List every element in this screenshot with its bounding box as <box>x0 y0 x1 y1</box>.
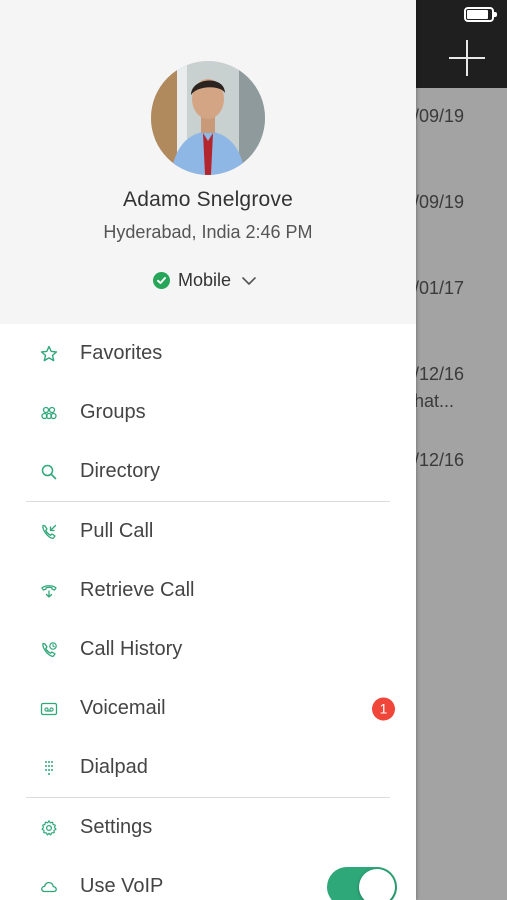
menu-item-call-history[interactable]: Call History <box>0 620 416 679</box>
chevron-down-icon <box>241 276 257 286</box>
profile-header: Adamo Snelgrove Hyderabad, India 2:46 PM… <box>0 0 416 324</box>
status-label: Mobile <box>178 270 232 290</box>
retrieve-call-icon <box>40 582 58 600</box>
menu-item-dialpad[interactable]: Dialpad <box>0 738 416 797</box>
background-date: /09/19 <box>414 192 465 212</box>
add-icon[interactable] <box>449 40 485 76</box>
menu-label: Favorites <box>80 342 163 364</box>
menu-item-pull-call[interactable]: Pull Call <box>0 502 416 561</box>
menu-label: Directory <box>80 460 161 482</box>
groups-icon <box>40 404 58 422</box>
menu-item-groups[interactable]: Groups <box>0 383 416 442</box>
voicemail-icon <box>40 700 58 718</box>
menu-label: Dialpad <box>80 756 148 778</box>
menu-label: Settings <box>80 816 153 838</box>
star-icon <box>40 345 58 363</box>
menu-item-voicemail[interactable]: Voicemail 1 <box>0 679 416 738</box>
presence-status-selector[interactable]: Mobile <box>153 270 257 291</box>
menu-item-settings[interactable]: Settings <box>0 798 416 857</box>
gear-icon <box>40 819 58 837</box>
voip-toggle-switch[interactable] <box>327 866 397 900</box>
call-history-icon <box>40 641 58 659</box>
available-check-icon <box>153 272 170 289</box>
menu-label: Use VoIP <box>80 875 164 897</box>
profile-name: Adamo Snelgrove <box>123 188 293 211</box>
avatar[interactable] <box>151 61 265 175</box>
toggle-knob <box>359 868 395 900</box>
menu-label: Voicemail <box>80 697 166 719</box>
background-preview: hat... <box>414 391 455 411</box>
background-date: /12/16 <box>414 450 465 470</box>
profile-location-time: Hyderabad, India 2:46 PM <box>103 222 313 242</box>
background-date: /09/19 <box>414 106 465 126</box>
menu-label: Retrieve Call <box>80 579 195 601</box>
menu-label: Groups <box>80 401 146 423</box>
cloud-icon <box>40 878 58 896</box>
battery-icon <box>464 7 497 22</box>
drawer-menu: Favorites Groups Directory Pull Call Ret… <box>0 324 416 900</box>
menu-item-favorites[interactable]: Favorites <box>0 324 416 383</box>
search-icon <box>40 463 58 481</box>
dialpad-icon <box>40 759 58 777</box>
background-date: /12/16 <box>414 364 465 384</box>
menu-label: Call History <box>80 638 183 660</box>
navigation-drawer: Adamo Snelgrove Hyderabad, India 2:46 PM… <box>0 0 416 900</box>
menu-item-directory[interactable]: Directory <box>0 442 416 501</box>
menu-label: Pull Call <box>80 520 154 542</box>
menu-item-use-voip[interactable]: Use VoIP <box>0 857 416 900</box>
voicemail-count-badge: 1 <box>372 697 395 720</box>
pull-call-icon <box>40 523 58 541</box>
menu-item-retrieve-call[interactable]: Retrieve Call <box>0 561 416 620</box>
background-date: /01/17 <box>414 278 465 298</box>
